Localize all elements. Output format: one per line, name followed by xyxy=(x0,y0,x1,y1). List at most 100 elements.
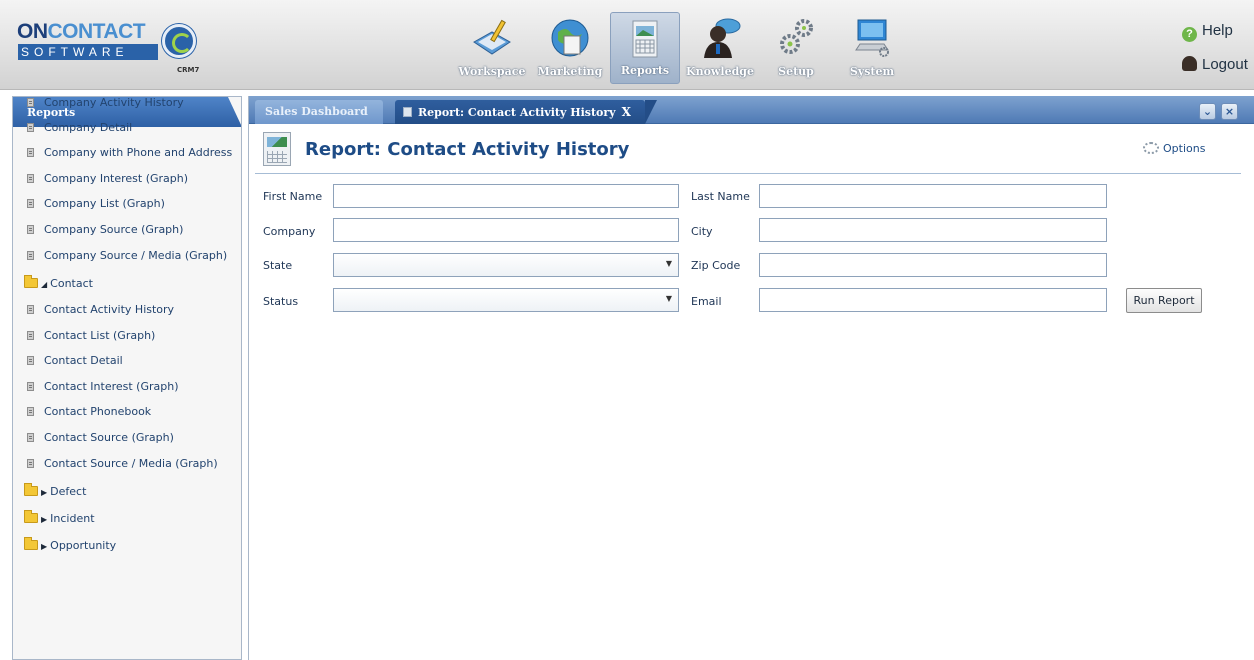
sidebar-report-item[interactable]: Company List (Graph) xyxy=(13,194,241,214)
company-field[interactable] xyxy=(333,218,679,242)
nav-knowledge[interactable]: Knowledge xyxy=(682,12,758,84)
tab-bar: Sales Dashboard Report: Contact Activity… xyxy=(249,96,1254,124)
state-select[interactable]: ▼ xyxy=(333,253,679,277)
sidebar-item-label: Contact Source / Media (Graph) xyxy=(44,457,218,470)
sidebar-item-label: Company Source (Graph) xyxy=(44,223,184,236)
report-doc-icon xyxy=(27,225,34,234)
email-label: Email xyxy=(691,295,722,308)
tab-contact-activity-history[interactable]: Report: Contact Activity History X xyxy=(395,100,657,124)
logo-tagline: SOFTWARE xyxy=(18,44,158,60)
sidebar-report-item[interactable]: Company Source / Media (Graph) xyxy=(13,246,241,266)
zip-code-field[interactable] xyxy=(759,253,1107,277)
report-header: Report: Contact Activity History Options xyxy=(255,128,1241,174)
report-doc-icon xyxy=(27,407,34,416)
sidebar-item-label: Contact Detail xyxy=(44,354,123,367)
report-doc-icon xyxy=(27,433,34,442)
sidebar-report-item[interactable]: Company with Phone and Address xyxy=(13,143,241,163)
sidebar-folder-contact[interactable]: ◢ Contact xyxy=(13,274,241,294)
city-label: City xyxy=(691,225,713,238)
folder-icon xyxy=(24,483,38,496)
nav-workspace[interactable]: Workspace xyxy=(450,12,534,84)
sidebar-folder-opportunity[interactable]: ▶ Opportunity xyxy=(13,536,241,556)
workspace-icon xyxy=(473,19,511,55)
sidebar-item-label: Incident xyxy=(50,512,95,525)
sidebar-report-item[interactable]: Contact Source / Media (Graph) xyxy=(13,454,241,474)
first-name-field[interactable] xyxy=(333,184,679,208)
last-name-field[interactable] xyxy=(759,184,1107,208)
status-label: Status xyxy=(263,295,299,308)
sidebar-item-label: Company Detail xyxy=(44,121,133,134)
sidebar-item-label: Contact Activity History xyxy=(44,303,175,316)
sidebar-item-label: Company List (Graph) xyxy=(44,197,165,210)
sidebar-report-item[interactable]: Contact Detail xyxy=(13,351,241,371)
report-doc-icon xyxy=(27,174,34,183)
system-computer-icon xyxy=(855,19,889,57)
sidebar-report-item[interactable]: Contact Phonebook xyxy=(13,402,241,422)
sidebar-item-label: Contact Source (Graph) xyxy=(44,431,174,444)
sidebar-report-item[interactable]: Company Activity History xyxy=(13,97,241,113)
logout-link[interactable]: Logout xyxy=(1182,56,1248,73)
report-icon xyxy=(263,132,291,166)
sidebar-report-item[interactable]: Company Interest (Graph) xyxy=(13,169,241,189)
marketing-globe-icon xyxy=(551,19,589,57)
company-input[interactable] xyxy=(334,219,678,241)
oncontact-logo: ONCONTACT SOFTWARE CRM7 xyxy=(17,20,217,74)
nav-reports[interactable]: Reports xyxy=(610,12,680,84)
report-doc-icon xyxy=(27,356,34,365)
sidebar-report-item[interactable]: Contact List (Graph) xyxy=(13,326,241,346)
nav-marketing[interactable]: Marketing xyxy=(534,12,606,84)
sidebar-report-item[interactable]: Contact Interest (Graph) xyxy=(13,377,241,397)
zip-code-input[interactable] xyxy=(760,254,1106,276)
sidebar-report-item[interactable]: Contact Activity History xyxy=(13,300,241,320)
options-button[interactable]: Options xyxy=(1143,142,1205,155)
collapsed-arrow-icon[interactable]: ▶ xyxy=(41,510,47,530)
zip-code-label: Zip Code xyxy=(691,259,741,272)
logo-edition: CRM7 xyxy=(177,66,200,74)
collapsed-arrow-icon[interactable]: ▶ xyxy=(41,537,47,557)
tab-list-dropdown-button[interactable]: ⌄ xyxy=(1199,103,1216,120)
run-report-button[interactable]: Run Report xyxy=(1126,288,1202,313)
company-label: Company xyxy=(263,225,316,238)
report-doc-icon xyxy=(27,148,34,157)
folder-icon xyxy=(24,537,38,550)
sidebar-item-label: Contact Phonebook xyxy=(44,405,152,418)
close-icon: × xyxy=(1224,105,1235,118)
help-link[interactable]: ? Help xyxy=(1182,22,1233,42)
sidebar-item-label: Company Source / Media (Graph) xyxy=(44,249,228,262)
email-input[interactable] xyxy=(760,289,1106,311)
dropdown-arrow-icon: ▼ xyxy=(665,294,672,303)
report-doc-icon xyxy=(27,305,34,314)
app-header: ONCONTACT SOFTWARE CRM7 Workspace Market… xyxy=(0,0,1254,90)
sidebar-folder-incident[interactable]: ▶ Incident xyxy=(13,509,241,529)
sidebar-item-label: Contact xyxy=(50,277,93,290)
report-doc-icon xyxy=(27,382,34,391)
sidebar-item-label: Contact List (Graph) xyxy=(44,329,156,342)
expanded-arrow-icon[interactable]: ◢ xyxy=(41,275,47,295)
tab-sales-dashboard[interactable]: Sales Dashboard xyxy=(255,100,383,124)
chevron-down-icon: ⌄ xyxy=(1202,105,1213,118)
first-name-input[interactable] xyxy=(334,185,678,207)
main-panel: Sales Dashboard Report: Contact Activity… xyxy=(248,96,1254,660)
last-name-input[interactable] xyxy=(760,185,1106,207)
close-all-tabs-button[interactable]: × xyxy=(1221,103,1238,120)
reports-icon xyxy=(632,20,658,58)
tab-close-icon[interactable]: X xyxy=(622,100,631,124)
nav-setup[interactable]: Setup xyxy=(760,12,832,84)
city-input[interactable] xyxy=(760,219,1106,241)
knowledge-person-icon xyxy=(704,18,741,58)
last-name-label: Last Name xyxy=(691,190,750,203)
collapsed-arrow-icon[interactable]: ▶ xyxy=(41,483,47,503)
logo-wordmark: ONCONTACT xyxy=(17,20,146,43)
city-field[interactable] xyxy=(759,218,1107,242)
report-doc-icon xyxy=(27,459,34,468)
status-select[interactable]: ▼ xyxy=(333,288,679,312)
sidebar-report-item[interactable]: Contact Source (Graph) xyxy=(13,428,241,448)
sidebar-folder-defect[interactable]: ▶ Defect xyxy=(13,482,241,502)
email-field[interactable] xyxy=(759,288,1107,312)
sidebar-item-label: Defect xyxy=(50,485,87,498)
reports-sidebar: Reports ▶Activity◢CompanyCompany Activit… xyxy=(12,96,242,660)
nav-system[interactable]: System xyxy=(834,12,910,84)
report-doc-icon xyxy=(27,98,34,107)
sidebar-report-item[interactable]: Company Detail xyxy=(13,118,241,138)
sidebar-report-item[interactable]: Company Source (Graph) xyxy=(13,220,241,240)
